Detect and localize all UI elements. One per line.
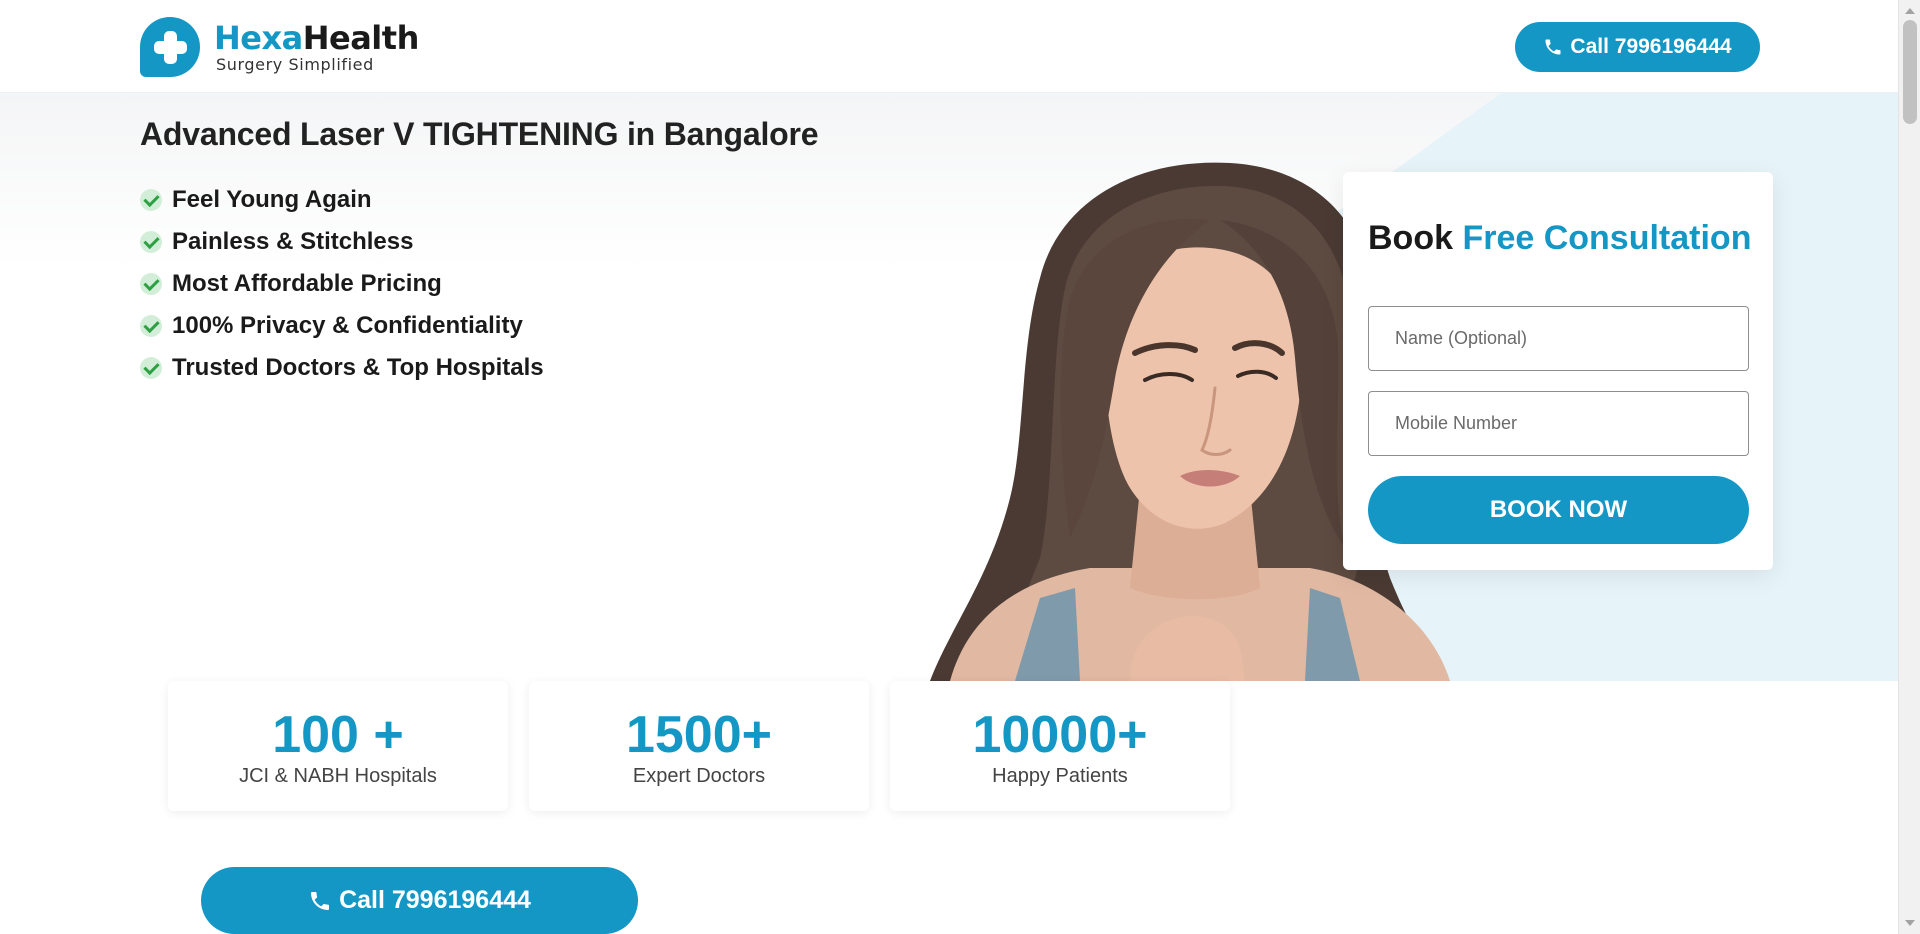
page-title: Advanced Laser V TIGHTENING in Bangalore [140,116,819,152]
landing-page: HexaHealth Surgery Simplified Call 79961… [0,0,1898,934]
stat-value: 100 + [272,706,404,764]
stat-card: 1500+ Expert Doctors [529,681,869,811]
stat-label: Expert Doctors [632,765,766,787]
form-title-part2: Free Consultation [1462,219,1752,257]
feature-item: Trusted Doctors & Top Hospitals [140,347,544,389]
feature-label: Painless & Stitchless [172,228,414,255]
check-icon [140,189,162,211]
feature-item: 100% Privacy & Confidentiality [140,305,544,347]
stat-label: Happy Patients [992,765,1128,787]
brand-tagline: Surgery Simplified [216,54,374,74]
check-icon [140,231,162,253]
name-input[interactable] [1368,306,1749,371]
feature-item: Most Affordable Pricing [140,263,544,305]
feature-item: Painless & Stitchless [140,221,544,263]
brand-name: HexaHealth [214,21,419,55]
feature-list: Feel Young Again Painless & Stitchless M… [140,179,544,389]
stat-value: 1500+ [625,706,773,764]
check-icon [140,273,162,295]
stats-row: 100 + JCI & NABH Hospitals 1500+ Expert … [168,681,1251,811]
header-call-label: Call 7996196444 [1570,35,1732,58]
bottom-call-label: Call 7996196444 [339,886,531,914]
stat-card: 100 + JCI & NABH Hospitals [168,681,508,811]
page-scrollbar[interactable] [1898,0,1920,934]
book-now-button[interactable]: BOOK NOW [1368,476,1749,544]
booking-form-card: Book Free Consultation BOOK NOW [1343,172,1773,570]
phone-icon [1545,39,1561,55]
scrollbar-thumb[interactable] [1903,20,1917,124]
stat-value: 10000+ [972,706,1148,764]
form-title: Book Free Consultation [1368,219,1751,258]
stat-card: 10000+ Happy Patients [890,681,1230,811]
header-call-button[interactable]: Call 7996196444 [1515,22,1760,72]
check-icon [140,357,162,379]
feature-label: Trusted Doctors & Top Hospitals [172,354,544,381]
brand-name-part1: Hexa [214,18,303,57]
feature-item: Feel Young Again [140,179,544,221]
scroll-up-arrow-icon[interactable] [1905,8,1915,14]
phone-icon [311,891,330,910]
mobile-number-input[interactable] [1368,391,1749,456]
bottom-call-button[interactable]: Call 7996196444 [201,867,638,934]
feature-label: Most Affordable Pricing [172,270,442,297]
check-icon [140,315,162,337]
medical-cross-icon [140,17,200,77]
brand-logo[interactable]: HexaHealth Surgery Simplified [140,17,419,77]
stat-label: JCI & NABH Hospitals [239,765,437,787]
scroll-down-arrow-icon[interactable] [1905,920,1915,926]
site-header: HexaHealth Surgery Simplified Call 79961… [0,0,1898,93]
brand-name-part2: Health [302,18,420,57]
logo-text: HexaHealth Surgery Simplified [214,21,419,74]
form-title-part1: Book [1368,219,1453,257]
feature-label: Feel Young Again [172,186,372,213]
feature-label: 100% Privacy & Confidentiality [172,312,523,339]
hero-section: Advanced Laser V TIGHTENING in Bangalore… [0,93,1898,681]
